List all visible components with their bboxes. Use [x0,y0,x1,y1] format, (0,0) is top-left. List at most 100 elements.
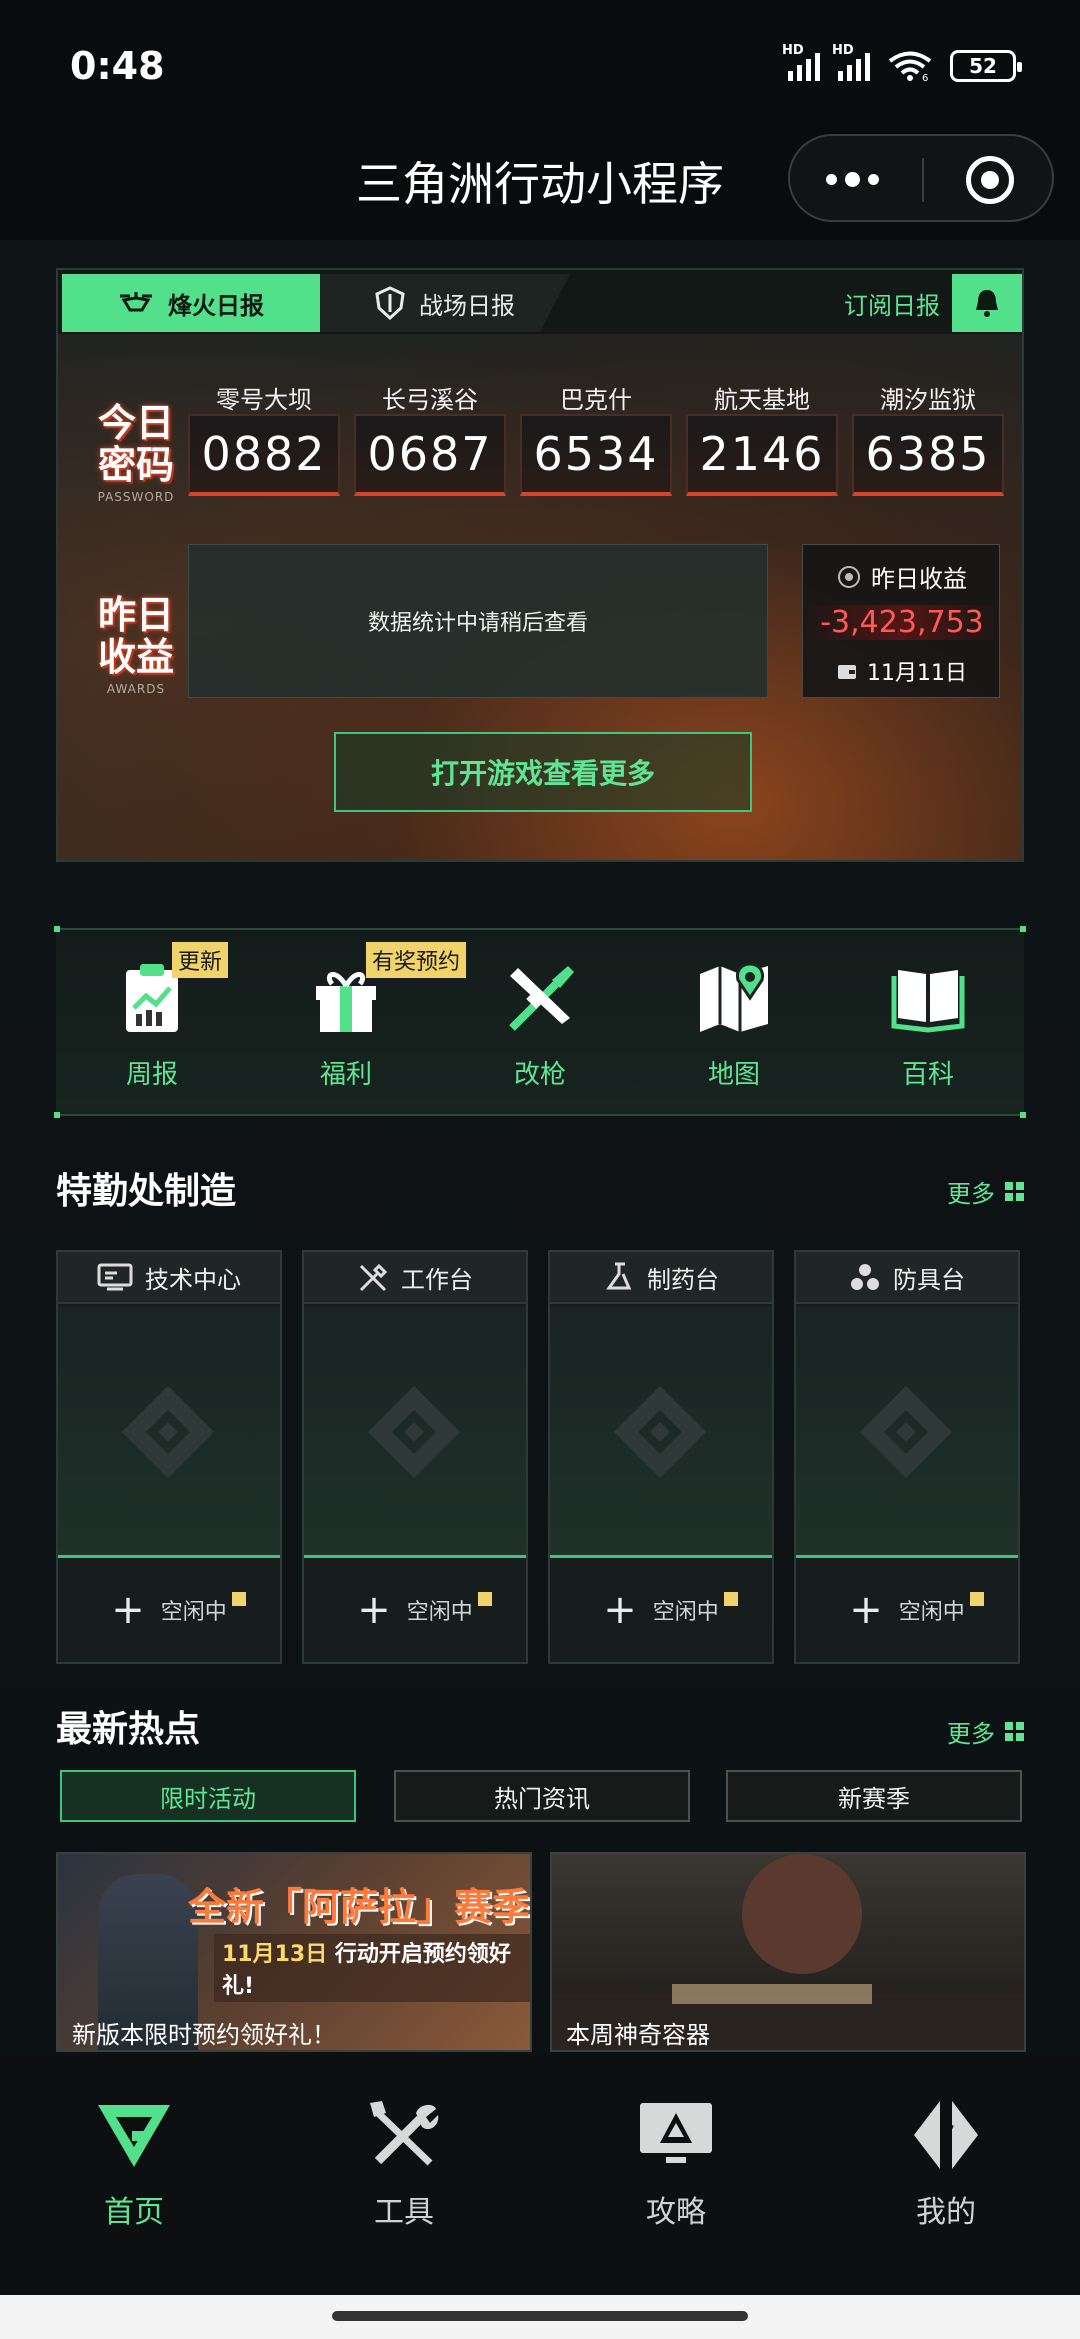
add-icon[interactable]: + [357,1587,391,1633]
map-code-item: 航天基地 2146 [686,380,838,496]
grid-icon [1005,1182,1024,1201]
tab-fenghuo-report[interactable]: 烽火日报 [62,274,320,332]
tab-hot-news[interactable]: 热门资讯 [394,1770,690,1822]
tab-guide[interactable]: 攻略 [596,2095,756,2231]
quick-item-map[interactable]: 地图 [674,958,794,1091]
income-date: 11月11日 [867,661,967,686]
map-code: 6534 [520,414,672,496]
password-title: 今日 密码 [97,401,174,487]
bell-icon [976,290,998,317]
info-marker-icon [724,1592,738,1606]
status-bar: 0:48 HD HD 6 52 [0,0,1080,120]
daily-report-card: 烽火日报 战场日报 订阅日报 今日 密码 PASSWORD 零号大坝 0882 长… [56,268,1024,862]
tab-label: 首页 [104,2195,164,2230]
badge-update: 更新 [172,942,229,978]
shield-icon [375,286,405,320]
quick-item-label: 改枪 [513,1060,566,1090]
station-name: 工作台 [401,1265,473,1294]
coin-icon [838,565,860,588]
income-date-row: 11月11日 [803,655,1001,687]
map-pin-icon [700,962,768,1032]
add-icon[interactable]: + [603,1587,637,1633]
station-pharmacy[interactable]: 制药台 + 空闲中 [548,1250,774,1664]
info-marker-icon [232,1592,246,1606]
more-label: 更多 [947,1720,995,1748]
tab-new-season[interactable]: 新赛季 [726,1770,1022,1822]
add-icon[interactable]: + [849,1587,883,1633]
tab-profile[interactable]: 我的 [866,2095,1026,2231]
quick-item-gun-mod[interactable]: 改枪 [480,958,600,1091]
empty-slot-logo-icon [860,1386,952,1478]
income-value: -3,423,753 [803,605,1001,640]
awards-title: 昨日 收益 [97,593,174,679]
station-workbench[interactable]: 工作台 + 空闲中 [302,1250,528,1664]
map-code-item: 潮汐监狱 6385 [852,380,1004,496]
station-slot [304,1306,526,1558]
station-status: 空闲中 [898,1600,965,1625]
news-card-preorder[interactable]: 全新「阿萨拉」赛季 11月13日 行动开启预约领好礼! 新版本限时预约领好礼！ [56,1852,532,2052]
info-marker-icon [478,1592,492,1606]
wifi-icon: 6 [888,51,932,82]
quick-item-wiki[interactable]: 百科 [868,958,988,1091]
open-game-button[interactable]: 打开游戏查看更多 [334,732,752,812]
stats-pending-box: 数据统计中请稍后查看 [188,544,768,698]
info-marker-icon [970,1592,984,1606]
tools-icon [370,2101,439,2166]
bell-button[interactable] [952,274,1022,332]
map-codes: 零号大坝 0882 长弓溪谷 0687 巴克什 6534 航天基地 2146 潮… [188,380,1004,496]
map-name: 长弓溪谷 [382,386,478,414]
station-name: 制药台 [647,1265,719,1294]
grid-icon [1005,1722,1024,1741]
map-name: 零号大坝 [216,386,312,414]
news-more-link[interactable]: 更多 [947,1714,1024,1749]
signal-hd-label: HD [782,43,804,58]
station-footer: + 空闲中 [304,1558,526,1662]
map-code: 2146 [686,414,838,496]
quick-menu: 周报 更新 福利 有奖预约 改枪 地图 百科 [54,926,1026,1118]
map-name: 潮汐监狱 [880,386,976,414]
map-code-item: 巴克什 6534 [520,380,672,496]
yesterday-income: 昨日收益 -3,423,753 11月11日 [802,544,1001,698]
station-status: 空闲中 [406,1600,473,1625]
empty-slot-logo-icon [122,1386,214,1478]
guide-monitor-icon [640,2103,712,2163]
station-name: 技术中心 [145,1265,241,1294]
station-armor[interactable]: 防具台 + 空闲中 [794,1250,1020,1664]
awards-subtitle: AWARDS [106,682,166,696]
station-slot [796,1306,1018,1558]
report-tabs: 烽火日报 战场日报 订阅日报 [58,270,1022,334]
awards-label: 昨日 收益 AWARDS [76,594,196,696]
subscribe-report-link[interactable]: 订阅日报 [844,286,940,321]
map-code-item: 零号大坝 0882 [188,380,340,496]
tab-tools[interactable]: 工具 [324,2095,484,2231]
tab-label: 我的 [916,2195,976,2230]
empty-slot-logo-icon [614,1386,706,1478]
tab-home[interactable]: 首页 [54,2095,214,2231]
station-header: 防具台 [796,1252,1018,1304]
news-card-container[interactable]: 本周神奇容器 [550,1852,1026,2052]
station-slot [58,1306,280,1558]
password-label: 今日 密码 PASSWORD [76,402,196,504]
crafting-more-link[interactable]: 更多 [947,1174,1024,1209]
station-name: 防具台 [893,1265,965,1294]
news-caption: 新版本限时预约领好礼！ [72,2021,336,2049]
map-code: 0882 [188,414,340,496]
map-name: 航天基地 [714,386,810,414]
banner-title: 全新「阿萨拉」赛季 [188,1885,531,1929]
income-label-row: 昨日收益 [803,559,1001,594]
book-icon [891,970,965,1033]
add-icon[interactable]: + [111,1587,145,1633]
tab-label: 战场日报 [419,291,515,320]
close-target-icon[interactable] [966,156,1014,204]
profile-icon [914,2101,978,2169]
home-g-icon [98,2105,170,2167]
station-tech-center[interactable]: 技术中心 + 空闲中 [56,1250,282,1664]
station-header: 工作台 [304,1252,526,1304]
drone-icon [120,292,152,312]
more-icon[interactable] [826,172,879,187]
capsule-divider [922,158,924,202]
tab-limited-events[interactable]: 限时活动 [60,1770,356,1822]
tools-icon [359,1263,388,1292]
tab-battlefield-report[interactable]: 战场日报 [320,274,570,332]
wallet-icon [838,665,856,679]
